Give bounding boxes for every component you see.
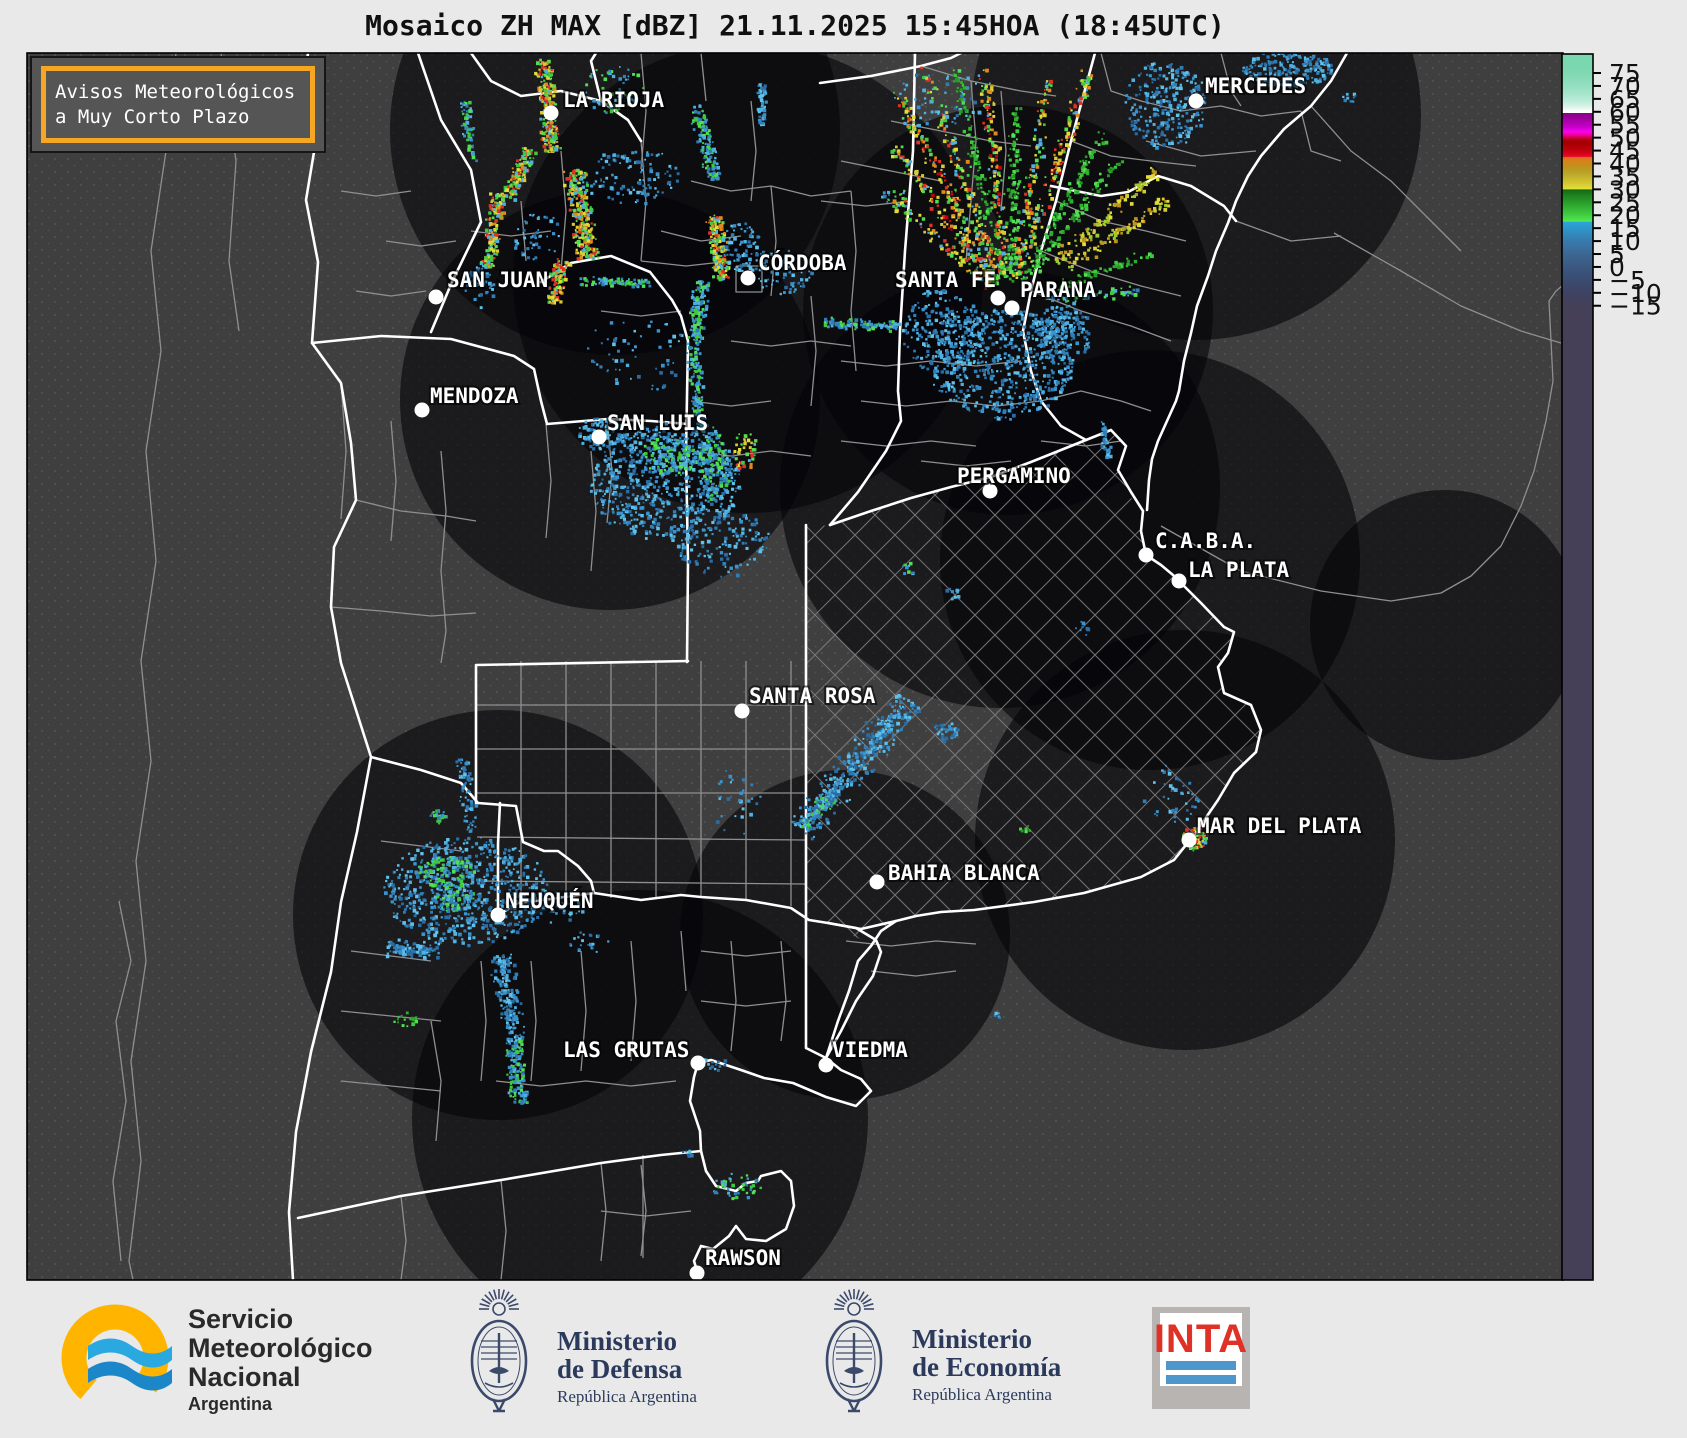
city-label: MERCEDES xyxy=(1205,74,1306,98)
city-dot xyxy=(428,289,444,305)
radar-coverage-circle xyxy=(412,890,868,1280)
ministry-line: de Defensa xyxy=(557,1354,683,1384)
city-dot xyxy=(591,429,607,445)
city-label: CÓRDOBA xyxy=(758,250,847,275)
city-label: PERGAMINO xyxy=(957,464,1071,488)
city-dot xyxy=(414,402,430,418)
city-dot xyxy=(1171,573,1187,589)
economia-text: Ministerio de Economía República Argenti… xyxy=(912,1289,1061,1405)
city-label: NEUQUÉN xyxy=(505,888,594,913)
ministry-line: Ministerio xyxy=(557,1326,677,1356)
warning-box-border: Avisos Meteorológicos a Muy Corto Plazo xyxy=(41,66,315,143)
warning-line-2: a Muy Corto Plazo xyxy=(55,105,250,128)
city-label: SANTA ROSA xyxy=(749,684,876,708)
city-label: LA PLATA xyxy=(1188,558,1290,582)
smn-logo xyxy=(61,1304,172,1412)
city-label: MAR DEL PLATA xyxy=(1197,814,1362,838)
radar-map: LA RIOJA MERCEDES SAN JUAN CÓRDOBA SANTA FE P… xyxy=(26,52,1662,1281)
city-label: SAN LUIS xyxy=(607,411,708,435)
inta-logo: INTA xyxy=(1152,1307,1250,1409)
defensa-logo-block: Ministerio de Defensa República Argentin… xyxy=(455,1289,697,1425)
warning-line-1: Avisos Meteorológicos xyxy=(55,80,296,103)
city-dot xyxy=(734,703,750,719)
city-dot xyxy=(1181,832,1197,848)
smn-logo-text: Servicio Meteorológico Nacional Argentin… xyxy=(188,1305,373,1415)
city-label: VIEDMA xyxy=(832,1038,908,1062)
city-label: LAS GRUTAS xyxy=(563,1038,689,1062)
smn-logo-block: Servicio Meteorológico Nacional Argentin… xyxy=(60,1299,373,1417)
smn-line: Argentina xyxy=(188,1394,273,1414)
inta-logo-block: INTA xyxy=(1152,1307,1250,1409)
city-dot xyxy=(689,1265,705,1280)
ministry-line: de Economía xyxy=(912,1352,1062,1382)
inta-word: INTA xyxy=(1154,1317,1248,1361)
city-label: C.A.B.A. xyxy=(1155,529,1256,553)
city-dot xyxy=(869,874,885,890)
map-area: LA RIOJA MERCEDES SAN JUAN CÓRDOBA SANTA FE P… xyxy=(27,53,1563,1280)
defensa-crest-icon xyxy=(470,1289,528,1413)
city-label: BAHIA BLANCA xyxy=(888,861,1040,885)
smn-line: Nacional xyxy=(188,1362,301,1392)
city-dot xyxy=(990,290,1006,306)
city-dot xyxy=(740,270,756,286)
city-dot xyxy=(1138,547,1154,563)
ministry-line: República Argentina xyxy=(557,1387,697,1406)
colorbar-tick-label: −15 xyxy=(1609,292,1662,321)
smn-line: Meteorológico xyxy=(188,1333,373,1363)
city-dot xyxy=(1004,300,1020,316)
city-label: PARANA xyxy=(1020,278,1096,302)
city-dot xyxy=(490,907,506,923)
economia-logo-block: Ministerio de Economía República Argenti… xyxy=(810,1289,1061,1425)
smn-line: Servicio xyxy=(188,1304,294,1334)
ministry-line: Ministerio xyxy=(912,1324,1032,1354)
ministry-line: República Argentina xyxy=(912,1385,1052,1404)
city-dot xyxy=(690,1055,706,1071)
defensa-text: Ministerio de Defensa República Argentin… xyxy=(557,1289,697,1407)
economia-crest-icon xyxy=(825,1289,883,1413)
city-dot xyxy=(1188,93,1204,109)
warning-box[interactable]: Avisos Meteorológicos a Muy Corto Plazo xyxy=(30,56,326,153)
city-label: RAWSON xyxy=(705,1246,781,1270)
colorbar-gradient xyxy=(1562,54,1593,1280)
city-label: MENDOZA xyxy=(430,384,519,408)
city-label: LA RIOJA xyxy=(563,88,665,112)
colorbar: 757065605550454035302520151050−5−10−15 xyxy=(1561,53,1662,1281)
city-label: SAN JUAN xyxy=(447,268,548,292)
radar-coverage-circle xyxy=(1310,490,1563,760)
footer-logos: Servicio Meteorológico Nacional Argentin… xyxy=(0,1281,1687,1438)
city-dot xyxy=(543,105,559,121)
radar-mosaic-page: Mosaico ZH MAX [dBZ] 21.11.2025 15:45HOA… xyxy=(0,0,1687,1438)
city-label: SANTA FE xyxy=(895,268,996,292)
